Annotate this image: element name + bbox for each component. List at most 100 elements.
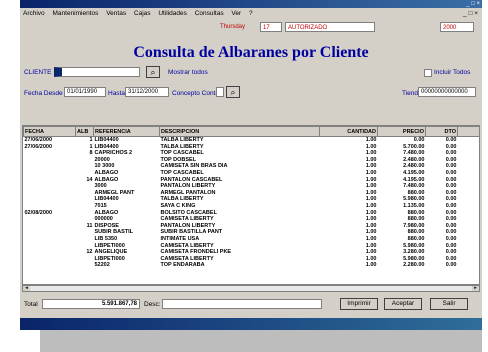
cell-fecha [24,157,76,164]
cell-fecha [24,256,76,263]
cell-spacer [458,163,480,170]
col-cantidad[interactable]: CANTIDAD [319,126,378,137]
cell-precio: 4.195.00 [403,176,425,183]
cell-referencia: LIB04400 [94,143,119,150]
cliente-input[interactable] [54,67,140,77]
col-referencia[interactable]: REFERENCIA [93,126,160,137]
table-row[interactable]: 8 CAPRICHOS 2 TOP CASCABEL 1.00 7.480.00 0.00 [24,150,480,157]
menu-bar: Archivo Mantenimientos Ventas Cajas Util… [20,8,482,20]
cell-precio: 2.480.00 [403,163,425,170]
page-title: Consulta de Albaranes por Cliente [133,44,369,61]
table-row[interactable]: 14 ALBAGO PANTALON CASCABEL 1.00 4.195.00 0.0… [24,176,480,184]
menu-item-ver[interactable]: Ver [228,8,244,20]
table-row[interactable]: 27/06/2000 1 LIB04400 TALBA LIBERTY 1.00 5.70… [24,143,480,151]
table-row[interactable]: 20000 TOP DOBSEL 1.00 2.480.00 0.00 [24,156,480,164]
table-row[interactable]: ARMEGL PANT ARMEGL PANTALON 1.00 880.00 0.00 [24,190,480,197]
scroll-right-icon[interactable]: ▸ [472,286,479,291]
table-row[interactable]: 10 3000 CAMISETA SIN BRAS DIA 1.00 2.480.00… [24,163,480,170]
window-controls[interactable]: _ □ × [466,0,480,8]
table-row[interactable]: 27/06/2000 1 LIB04400 TALBA LIBERTY 1.00 0.00… [24,137,480,144]
incluir-todos-checkbox[interactable] [424,69,432,77]
menu-item-archivo[interactable]: Archivo [20,8,48,20]
cell-referencia: LIB 5350 [94,235,118,242]
scroll-left-icon[interactable]: ◂ [23,286,30,291]
col-alb[interactable]: ALB [75,126,94,137]
menu-item-ventas[interactable]: Ventas [103,8,129,20]
menu-item-cajas[interactable]: Cajas [131,8,154,20]
cell-spacer [458,144,480,151]
cell-alb [76,216,94,223]
cell-cantidad: 1.00 [365,163,377,170]
col-dto[interactable]: DTO [425,126,458,137]
cell-dto: 0.00 [445,183,457,190]
table-row[interactable]: LIBPETI000 CAMISETA LIBERTY 1.00 5.980.00 0.… [24,256,480,263]
table-row[interactable]: 3000 PANTALON LIBERTY 1.00 7.480.00 0.00 [24,183,480,190]
cell-fecha [24,183,76,190]
cell-descripcion: TOP CASCABEL [160,150,204,157]
table-row[interactable]: 000000 CAMISETA LIBERTY 1.00 880.00 0.00 [24,216,480,223]
imprimir-button[interactable]: Imprimir [340,298,378,310]
cell-fecha [24,177,76,184]
table-row[interactable]: LIBPETI000 CAMISETA LIBERTY 1.00 5.980.00 0.… [24,243,480,250]
table-row[interactable]: LIB04400 TALBA LIBERTY 1.00 5.980.00 0.00 [24,196,480,203]
cell-alb [76,157,94,164]
cell-fecha [24,203,76,210]
cell-alb [76,256,94,263]
cell-spacer [458,203,480,210]
cell-alb: 12 [86,249,93,256]
menu-item-mantenimientos[interactable]: Mantenimientos [50,8,102,20]
cell-spacer [458,183,480,190]
table-row[interactable]: 7015 SAYA C KING 1.00 1.135.00 0.00 [24,202,480,210]
cell-spacer [458,210,480,217]
col-descripcion[interactable]: DESCRIPCION [159,126,320,137]
menu-item-consultas[interactable]: Consultas [192,8,227,20]
aceptar-button[interactable]: Aceptar [384,298,422,310]
albaranes-table[interactable]: FECHA ALB REFERENCIA DESCRIPCION CANTIDA… [22,125,480,285]
table-row[interactable]: ALBAGO TOP CASCABEL 1.00 4.195.00 0.00 [24,169,480,177]
cell-referencia: 7015 [94,202,107,209]
cell-fecha [24,150,76,157]
cell-dto: 0.00 [445,229,457,236]
salir-button[interactable]: Salir [430,298,468,310]
cell-spacer [458,243,480,250]
cell-descripcion: CAMISETA SIN BRAS DIA [160,163,228,170]
user-status-field: AUTORIZADO [285,22,375,32]
cell-precio: 4.195.00 [403,169,425,176]
cell-alb: 14 [86,176,93,183]
taskbar [20,318,482,330]
search-concepto-button[interactable]: ⌕ [226,86,240,98]
table-row[interactable]: 52202 TOP ENDARABA 1.00 2.280.00 0.00 [24,262,480,269]
cell-dto: 0.00 [445,249,457,256]
cell-cantidad: 1.00 [365,169,377,176]
cell-fecha [24,229,76,236]
table-row[interactable]: 11 DISPOSE PANTALON LIBERTY 1.00 7.980.00 0.0… [24,223,480,230]
table-row[interactable]: LIB 5350 INTIMATE USA 1.00 880.00 0.00 [24,235,480,243]
cell-spacer [458,177,480,184]
desc-input[interactable] [162,299,322,309]
cell-spacer [458,223,480,230]
cell-dto: 0.00 [445,137,457,143]
binoculars-icon: ⌕ [150,67,156,77]
cell-cantidad: 1.00 [365,156,377,163]
col-fecha[interactable]: FECHA [23,126,76,137]
horizontal-scrollbar[interactable]: ◂ ▸ [22,285,480,292]
cell-alb [76,236,94,243]
cell-fecha [24,236,76,243]
menu-window-controls[interactable]: _ □ × [463,8,478,20]
cell-descripcion: TOP ENDARABA [160,262,205,269]
menu-item-help[interactable]: ? [246,8,256,20]
col-precio[interactable]: PRECIO [377,126,426,137]
fecha-desde-input[interactable]: 01/01/1990 [64,87,106,97]
concepto-input[interactable] [216,87,224,97]
table-row[interactable]: 12 ANGELIQUE CAMISETA FRONDELI PKE 1.00 3.28… [24,249,480,256]
hasta-input[interactable]: 31/12/2000 [125,87,169,97]
cell-alb [76,203,94,210]
table-row[interactable]: 02/08/2000 ALBAGO BOLSITO CASCABEL 1.00 880.… [24,210,480,217]
menu-item-utilidades[interactable]: Utilidades [155,8,190,20]
tienda-input[interactable]: 00000000000000 [418,87,476,97]
cell-precio: 880.00 [407,229,425,236]
table-row[interactable]: SUBIR BASTIL SUBIR BASTILLA PANT 1.00 880.0… [24,229,480,236]
search-cliente-button[interactable]: ⌕ [146,66,160,78]
cell-cantidad: 1.00 [365,202,377,209]
cell-alb [76,170,94,177]
